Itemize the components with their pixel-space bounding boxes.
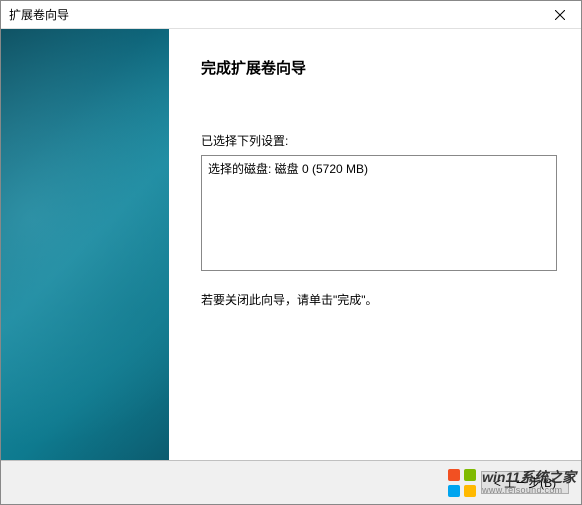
settings-summary-box: 选择的磁盘: 磁盘 0 (5720 MB)	[201, 155, 557, 271]
main-panel: 完成扩展卷向导 已选择下列设置: 选择的磁盘: 磁盘 0 (5720 MB) 若…	[169, 29, 581, 460]
titlebar: 扩展卷向导	[1, 1, 581, 29]
content-area: 完成扩展卷向导 已选择下列设置: 选择的磁盘: 磁盘 0 (5720 MB) 若…	[1, 29, 581, 460]
close-icon	[555, 10, 565, 20]
window-title: 扩展卷向导	[9, 6, 69, 23]
settings-content: 选择的磁盘: 磁盘 0 (5720 MB)	[208, 160, 550, 177]
wizard-window: 扩展卷向导 完成扩展卷向导 已选择下列设置: 选择的磁盘: 磁盘 0 (5720…	[0, 0, 582, 505]
wizard-heading: 完成扩展卷向导	[201, 57, 557, 78]
settings-label: 已选择下列设置:	[201, 132, 557, 149]
close-button[interactable]	[539, 1, 581, 29]
button-bar: < 上一步(B)	[1, 460, 581, 504]
instruction-text: 若要关闭此向导，请单击"完成"。	[201, 291, 557, 308]
wizard-sidebar-image	[1, 29, 169, 460]
back-button[interactable]: < 上一步(B)	[481, 471, 569, 494]
